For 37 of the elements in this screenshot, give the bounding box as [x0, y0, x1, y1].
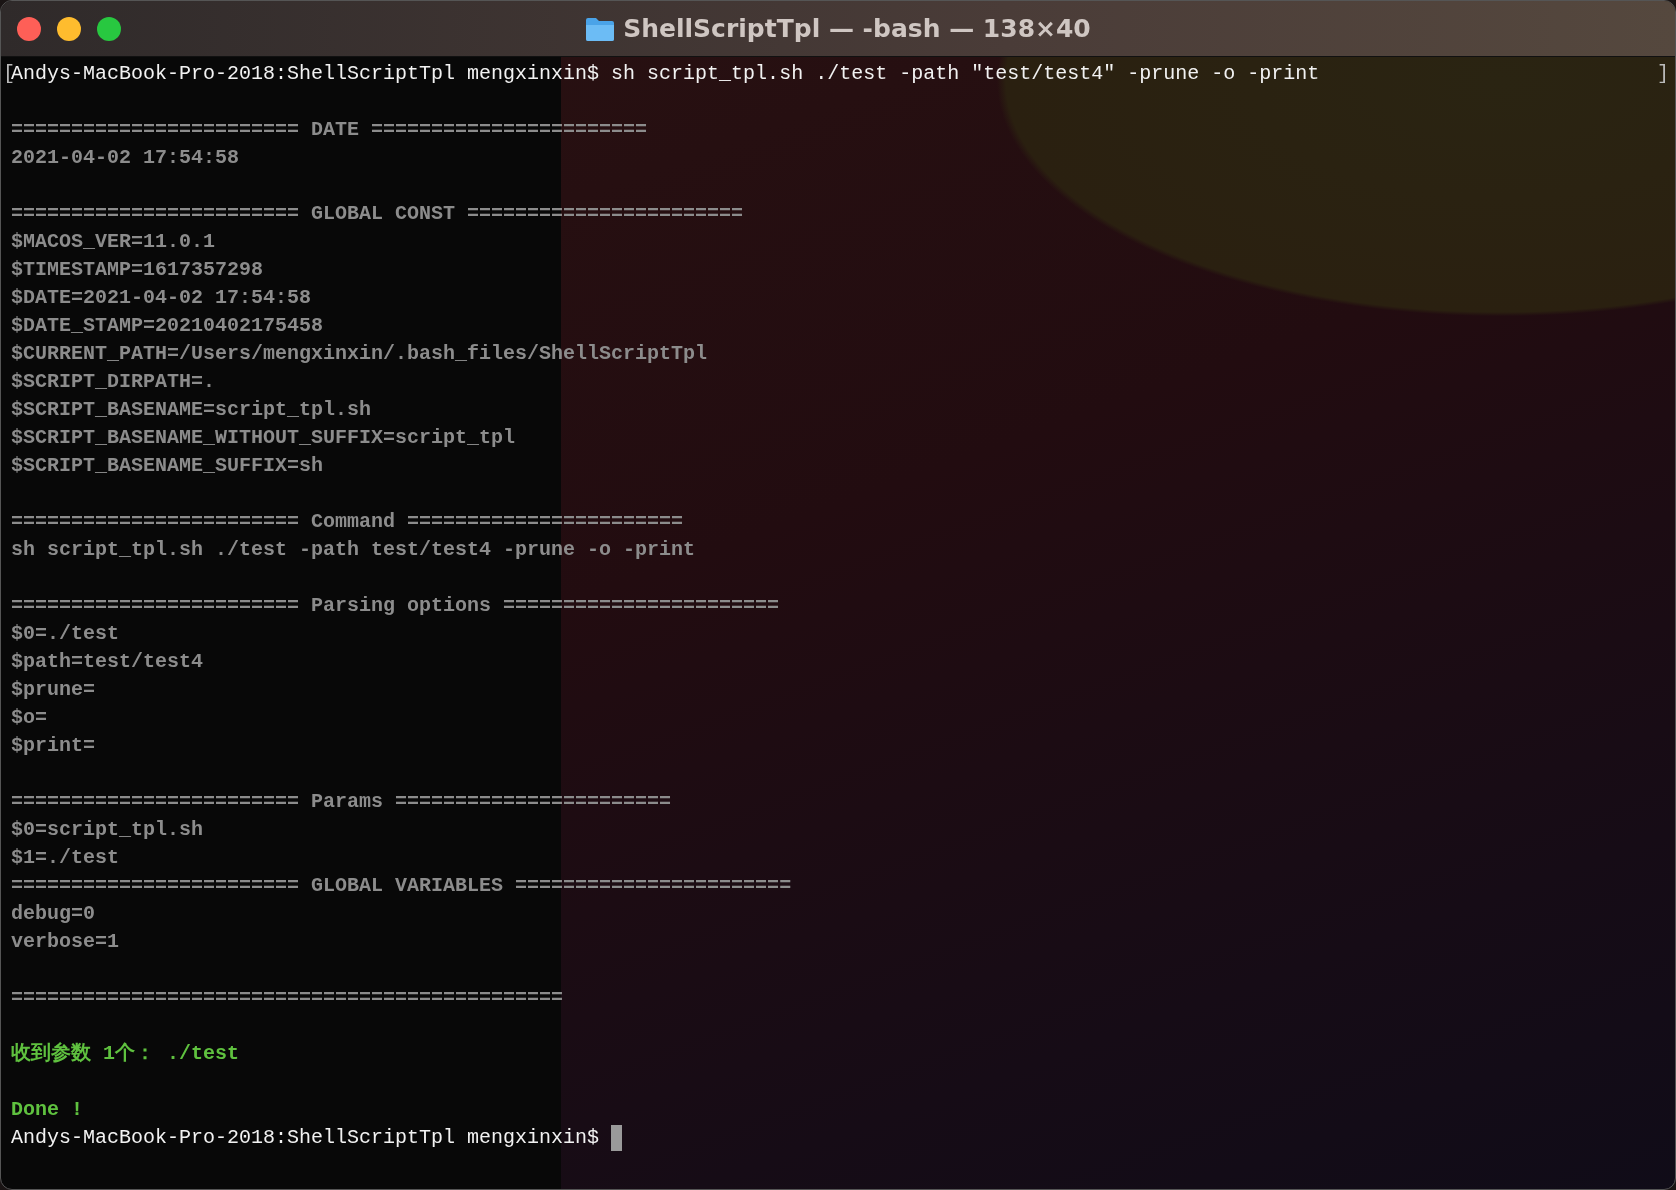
output-line: $path=test/test4: [11, 649, 204, 675]
output-line: $SCRIPT_DIRPATH=.: [11, 369, 216, 395]
output-line: $0=script_tpl.sh: [11, 817, 204, 843]
output-line: $print=: [11, 733, 95, 759]
output-line: 2021-04-02 17:54:58: [11, 145, 240, 171]
output-line: $TIMESTAMP=1617357298: [11, 257, 264, 283]
output-line: $prune=: [11, 677, 95, 703]
output-line: ======================== DATE =======================: [11, 117, 648, 143]
window-title: ShellScriptTpl — -bash — 138×40: [623, 14, 1091, 43]
output-line: $SCRIPT_BASENAME_SUFFIX=sh: [11, 453, 324, 479]
output-line: $DATE_STAMP=20210402175458: [11, 313, 324, 339]
output-line: $o=: [11, 705, 47, 731]
close-button[interactable]: [17, 16, 41, 41]
output-line: $1=./test: [11, 845, 120, 871]
output-line: $DATE=2021-04-02 17:54:58: [11, 285, 312, 311]
prompt-line: Andys-MacBook-Pro-2018:ShellScriptTpl mengxinxin$ sh script_tpl.sh ./test -path "test/test4" -prune -o -print: [11, 61, 1320, 87]
output-line: $SCRIPT_BASENAME=script_tpl.sh: [11, 397, 372, 423]
output-line: debug=0: [11, 901, 95, 927]
output-line: $MACOS_VER=11.0.1: [11, 229, 216, 255]
output-line: sh script_tpl.sh ./test -path test/test4 -prune -o -print: [11, 537, 696, 563]
zoom-button[interactable]: [97, 16, 121, 41]
minimize-button[interactable]: [57, 16, 81, 41]
folder-icon: [585, 15, 616, 42]
output-line: ======================== GLOBAL CONST =======================: [11, 201, 744, 227]
output-line: verbose=1: [11, 929, 120, 955]
output-line: ======================== Parsing options =======================: [11, 593, 780, 619]
output-line: ==============================================: [11, 985, 564, 1011]
prompt-line: Andys-MacBook-Pro-2018:ShellScriptTpl mengxinxin$: [11, 1125, 601, 1151]
output-line: $0=./test: [11, 621, 120, 647]
output-line: ======================== Command =======================: [11, 509, 684, 535]
output-line: ======================== GLOBAL VARIABLES =======================: [11, 873, 792, 899]
output-line: $SCRIPT_BASENAME_WITHOUT_SUFFIX=script_tpl: [11, 425, 516, 451]
line-mark: ]: [1657, 61, 1669, 87]
success-message: 收到参数 1个： ./test: [11, 1041, 240, 1067]
output-line: ======================== Params =======================: [11, 789, 672, 815]
output-line: $CURRENT_PATH=/Users/mengxinxin/.bash_files/ShellScriptTpl: [11, 341, 708, 367]
success-message: Done !: [11, 1097, 83, 1123]
